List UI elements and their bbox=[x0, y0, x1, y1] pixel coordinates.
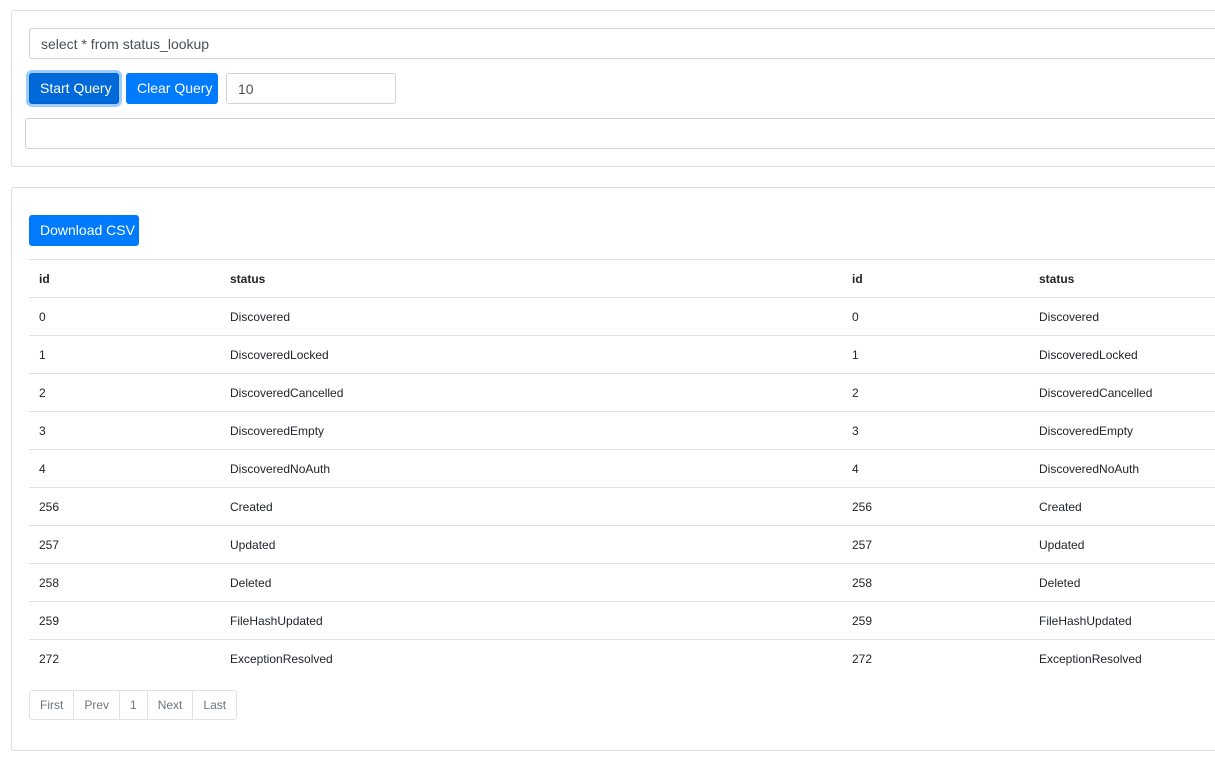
cell-status: FileHashUpdated bbox=[1029, 601, 1215, 640]
column-header-status: status bbox=[1029, 259, 1215, 298]
cell-status: Deleted bbox=[220, 563, 842, 602]
cell-id: 3 bbox=[842, 411, 1029, 450]
row-limit-input[interactable] bbox=[226, 73, 396, 104]
cell-status: Updated bbox=[1029, 525, 1215, 564]
page-number-button[interactable]: 1 bbox=[119, 691, 147, 719]
cell-id: 258 bbox=[842, 563, 1029, 602]
results-table-body: 0 Discovered 0 Discovered 1 DiscoveredLocked 1… bbox=[29, 297, 1215, 678]
pagination: First Prev 1 Next Last bbox=[29, 690, 238, 720]
query-output-field[interactable] bbox=[25, 118, 1215, 149]
cell-id: 2 bbox=[842, 373, 1029, 412]
table-header-row: id status id status bbox=[29, 259, 1215, 298]
cell-id: 257 bbox=[842, 525, 1029, 564]
cell-id: 4 bbox=[29, 449, 220, 488]
column-header-status: status bbox=[220, 259, 842, 298]
cell-status: DiscoveredNoAuth bbox=[1029, 449, 1215, 488]
column-header-id: id bbox=[29, 259, 220, 298]
results-panel: Download CSV id status id status 0 Discov… bbox=[11, 187, 1215, 751]
page-prev-button[interactable]: Prev bbox=[73, 691, 119, 719]
cell-status: DiscoveredCancelled bbox=[220, 373, 842, 412]
cell-status: Discovered bbox=[220, 297, 842, 336]
cell-status: FileHashUpdated bbox=[220, 601, 842, 640]
cell-id: 259 bbox=[842, 601, 1029, 640]
cell-status: DiscoveredNoAuth bbox=[220, 449, 842, 488]
cell-status: DiscoveredLocked bbox=[1029, 335, 1215, 374]
cell-id: 259 bbox=[29, 601, 220, 640]
cell-status: Updated bbox=[220, 525, 842, 564]
cell-status: ExceptionResolved bbox=[220, 639, 842, 678]
sql-query-input[interactable] bbox=[29, 28, 1215, 59]
cell-id: 272 bbox=[842, 639, 1029, 678]
table-row: 0 Discovered 0 Discovered bbox=[29, 297, 1215, 336]
query-panel: Start Query Clear Query bbox=[11, 10, 1215, 167]
table-row: 4 DiscoveredNoAuth 4 DiscoveredNoAuth bbox=[29, 449, 1215, 488]
cell-id: 258 bbox=[29, 563, 220, 602]
cell-status: DiscoveredCancelled bbox=[1029, 373, 1215, 412]
cell-status: DiscoveredLocked bbox=[220, 335, 842, 374]
table-row: 1 DiscoveredLocked 1 DiscoveredLocked bbox=[29, 335, 1215, 374]
cell-id: 1 bbox=[842, 335, 1029, 374]
cell-status: DiscoveredEmpty bbox=[220, 411, 842, 450]
cell-id: 0 bbox=[842, 297, 1029, 336]
page-first-button[interactable]: First bbox=[30, 691, 73, 719]
cell-id: 257 bbox=[29, 525, 220, 564]
table-row: 2 DiscoveredCancelled 2 DiscoveredCancelled bbox=[29, 373, 1215, 412]
column-header-id: id bbox=[842, 259, 1029, 298]
cell-status: Deleted bbox=[1029, 563, 1215, 602]
cell-status: Created bbox=[1029, 487, 1215, 526]
results-table: id status id status 0 Discovered 0 Discover… bbox=[29, 259, 1215, 678]
table-row: 257 Updated 257 Updated bbox=[29, 525, 1215, 564]
page-next-button[interactable]: Next bbox=[146, 691, 193, 719]
cell-status: ExceptionResolved bbox=[1029, 639, 1215, 678]
cell-id: 0 bbox=[29, 297, 220, 336]
cell-id: 256 bbox=[29, 487, 220, 526]
page-last-button[interactable]: Last bbox=[192, 691, 236, 719]
cell-id: 256 bbox=[842, 487, 1029, 526]
cell-id: 1 bbox=[29, 335, 220, 374]
cell-status: Created bbox=[220, 487, 842, 526]
cell-status: Discovered bbox=[1029, 297, 1215, 336]
cell-id: 4 bbox=[842, 449, 1029, 488]
table-row: 259 FileHashUpdated 259 FileHashUpdated bbox=[29, 601, 1215, 640]
table-row: 272 ExceptionResolved 272 ExceptionResolved bbox=[29, 639, 1215, 678]
table-row: 3 DiscoveredEmpty 3 DiscoveredEmpty bbox=[29, 411, 1215, 450]
start-query-button[interactable]: Start Query bbox=[29, 73, 119, 104]
table-row: 256 Created 256 Created bbox=[29, 487, 1215, 526]
clear-query-button[interactable]: Clear Query bbox=[126, 73, 218, 104]
cell-status: DiscoveredEmpty bbox=[1029, 411, 1215, 450]
cell-id: 272 bbox=[29, 639, 220, 678]
table-row: 258 Deleted 258 Deleted bbox=[29, 563, 1215, 602]
cell-id: 3 bbox=[29, 411, 220, 450]
download-csv-button[interactable]: Download CSV bbox=[29, 215, 139, 246]
cell-id: 2 bbox=[29, 373, 220, 412]
